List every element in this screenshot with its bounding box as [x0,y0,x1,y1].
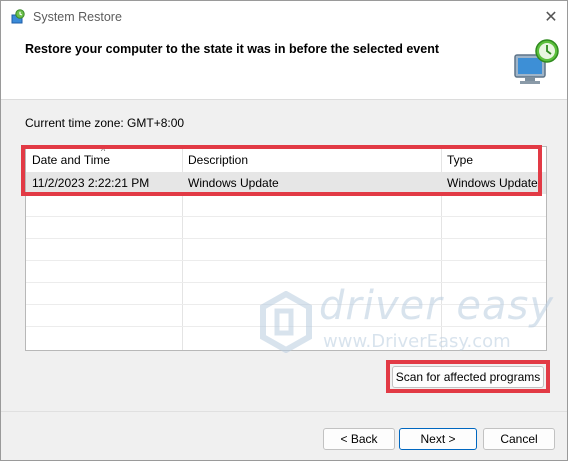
close-icon: ✕ [544,9,558,26]
footer-divider [1,411,567,412]
wizard-header: Restore your computer to the state it wa… [1,33,567,100]
grid-line [26,216,546,217]
restore-monitor-icon [514,39,559,84]
system-restore-window: System Restore ✕ Restore your computer t… [0,0,568,461]
cell-description: Windows Update [188,176,279,190]
grid-line [26,260,546,261]
timezone-label: Current time zone: GMT+8:00 [25,116,185,130]
cell-date: 11/2/2023 2:22:21 PM [32,176,150,190]
grid-line [26,282,546,283]
restore-points-table: ^ Date and Time Description Type 11/2/20… [25,146,547,351]
window-title: System Restore [33,10,122,24]
column-header-date[interactable]: Date and Time [26,147,182,172]
cell-type: Windows Update [447,176,538,190]
header-instruction: Restore your computer to the state it wa… [25,42,439,56]
grid-line [26,304,546,305]
table-header-row: ^ Date and Time Description Type [26,147,546,173]
scan-affected-programs-button[interactable]: Scan for affected programs [392,366,544,388]
next-button[interactable]: Next > [399,428,477,450]
title-bar: System Restore ✕ [1,1,567,33]
grid-line [26,238,546,239]
back-button[interactable]: < Back [323,428,395,450]
cancel-button[interactable]: Cancel [483,428,555,450]
table-row[interactable]: 11/2/2023 2:22:21 PM Windows Update Wind… [26,172,546,194]
grid-line [26,326,546,327]
system-restore-icon [11,9,25,24]
column-header-description[interactable]: Description [182,147,441,172]
column-header-type[interactable]: Type [441,147,546,172]
close-button[interactable]: ✕ [539,5,563,29]
